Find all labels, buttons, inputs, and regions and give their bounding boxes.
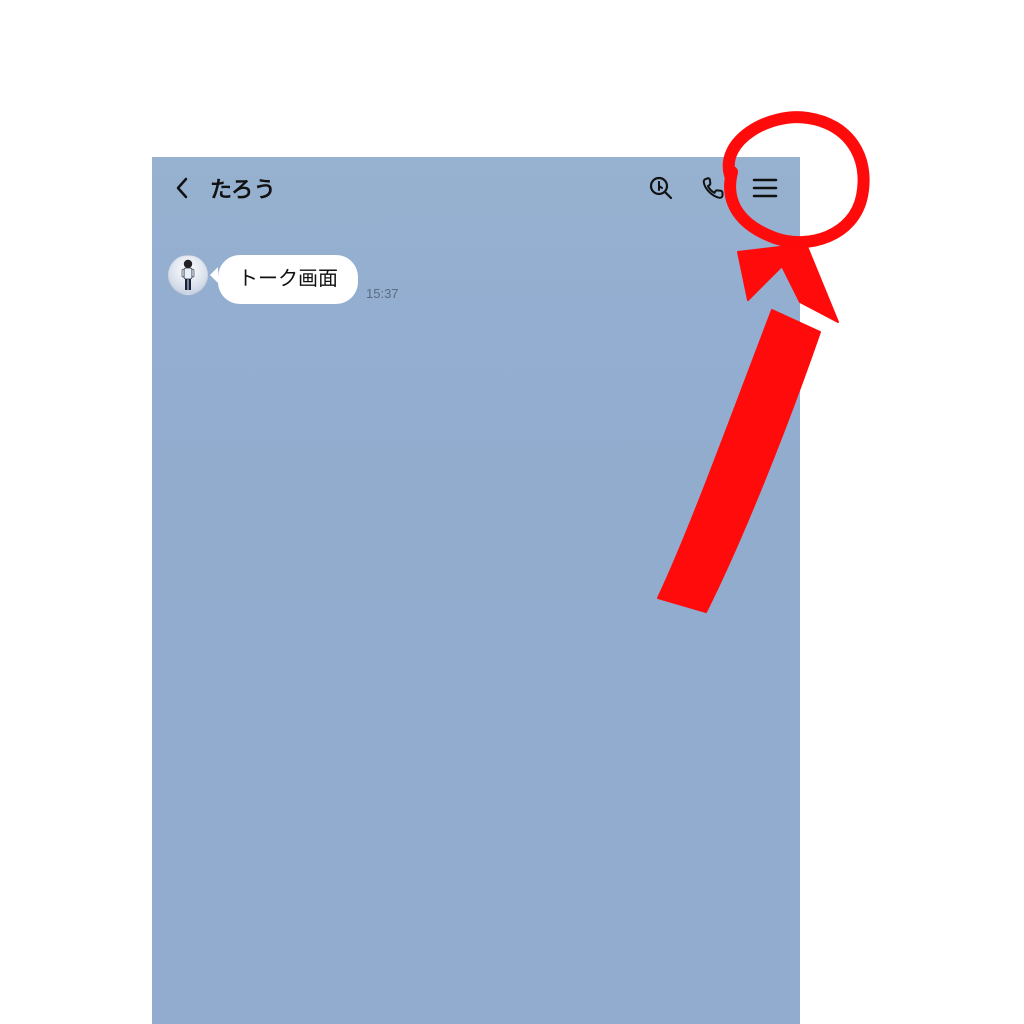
phone-icon	[700, 175, 726, 201]
message-bubble[interactable]: トーク画面	[218, 255, 358, 304]
chevron-left-icon	[174, 176, 190, 200]
chat-header: たろう	[152, 157, 800, 219]
chat-title: たろう	[210, 172, 276, 204]
message-timestamp: 15:37	[366, 286, 399, 304]
bubble-wrap: トーク画面 15:37	[218, 255, 399, 304]
back-button[interactable]	[164, 170, 200, 206]
menu-button[interactable]	[742, 165, 788, 211]
search-button[interactable]	[638, 165, 684, 211]
message-text: トーク画面	[238, 268, 338, 290]
avatar[interactable]	[168, 255, 208, 295]
hamburger-menu-icon	[752, 177, 778, 199]
messages-area[interactable]: トーク画面 15:37	[152, 219, 800, 304]
message-row: トーク画面 15:37	[168, 255, 784, 304]
avatar-figure-icon	[175, 257, 201, 293]
call-button[interactable]	[690, 165, 736, 211]
chat-screen: たろう	[152, 157, 800, 1024]
search-icon	[648, 175, 674, 201]
